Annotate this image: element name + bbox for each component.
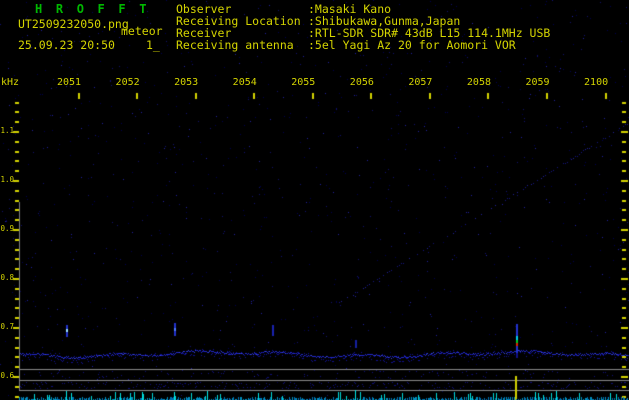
time-tick-label: 2100	[584, 77, 609, 88]
field-value-antenna: :5el Yagi Az 20 for Aomori VOR	[308, 38, 516, 52]
field-label-antenna: Receiving antenna	[176, 38, 294, 52]
freq-tick-label: 0.8	[0, 273, 14, 282]
echo-count: 1_	[146, 38, 160, 52]
datetime-label: 25.09.23 20:50	[18, 38, 115, 52]
time-tick-label: 2056	[349, 77, 374, 88]
time-tick-label: 2052	[115, 77, 140, 88]
time-tick-label: 2055	[291, 77, 316, 88]
freq-axis-unit-label: kHz	[1, 77, 20, 88]
time-tick-label: 2057	[408, 77, 433, 88]
freq-tick-label: 1.1	[0, 126, 14, 135]
time-tick-label: 2053	[174, 77, 199, 88]
time-tick-label: 2054	[232, 77, 257, 88]
freq-tick-label: 1.0	[0, 175, 14, 184]
spectrogram-canvas	[0, 0, 629, 400]
freq-tick-label: 0.7	[0, 322, 14, 331]
time-tick-label: 2051	[57, 77, 82, 88]
capture-filename: UT2509232050.png	[18, 17, 129, 31]
freq-tick-label: 0.9	[0, 224, 14, 233]
freq-tick-label: 0.6	[0, 371, 14, 380]
time-tick-label: 2059	[525, 77, 550, 88]
hrofft-window: H R O F F T UT2509232050.png meteor 25.0…	[0, 0, 629, 400]
time-tick-label: 2058	[466, 77, 491, 88]
observation-label: meteor	[121, 24, 163, 38]
app-title: H R O F F T	[35, 2, 150, 16]
